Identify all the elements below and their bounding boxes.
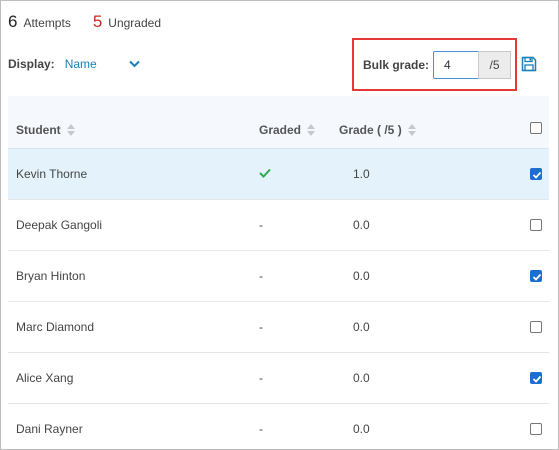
bulk-grade-input[interactable] bbox=[433, 51, 479, 79]
grade-value: 0.0 bbox=[353, 218, 370, 232]
graded-status: - bbox=[259, 422, 263, 436]
table-header: Student Graded Grade ( /5 ) bbox=[8, 96, 549, 149]
select-all-checkbox[interactable] bbox=[530, 122, 542, 134]
grade-value: 0.0 bbox=[353, 320, 370, 334]
graded-status: - bbox=[259, 371, 263, 385]
grade-value: 0.0 bbox=[353, 371, 370, 385]
row-checkbox[interactable] bbox=[530, 423, 542, 435]
save-icon[interactable] bbox=[521, 56, 537, 72]
grade-value: 0.0 bbox=[353, 269, 370, 283]
ungraded-label: Ungraded bbox=[108, 16, 162, 30]
bulk-grade-label: Bulk grade: bbox=[363, 58, 430, 72]
row-checkbox[interactable] bbox=[530, 168, 542, 180]
student-name: Marc Diamond bbox=[16, 320, 95, 334]
grade-value: 1.0 bbox=[353, 167, 370, 181]
chevron-down-icon bbox=[128, 57, 140, 71]
row-checkbox[interactable] bbox=[530, 219, 542, 231]
grade-value: 0.0 bbox=[353, 422, 370, 436]
display-control: Display: Name bbox=[8, 57, 140, 71]
table-row[interactable]: Deepak Gangoli - 0.0 bbox=[8, 200, 549, 251]
table-row[interactable]: Bryan Hinton - 0.0 bbox=[8, 251, 549, 302]
table-row[interactable]: Alice Xang - 0.0 bbox=[8, 353, 549, 404]
students-table: Student Graded Grade ( /5 ) Kevin Thorne… bbox=[8, 96, 549, 449]
bulk-grade-max: /5 bbox=[478, 51, 511, 79]
student-name: Dani Rayner bbox=[16, 422, 83, 436]
grading-panel: 6 Attempts 5 Ungraded Display: Name Bulk… bbox=[0, 0, 559, 450]
student-name: Deepak Gangoli bbox=[16, 218, 103, 232]
graded-column-header[interactable]: Graded bbox=[259, 123, 316, 137]
attempts-label: Attempts bbox=[23, 16, 71, 30]
student-name: Bryan Hinton bbox=[16, 269, 86, 283]
sort-icon bbox=[66, 124, 75, 136]
student-column-header[interactable]: Student bbox=[16, 123, 75, 137]
row-checkbox[interactable] bbox=[530, 321, 542, 333]
display-dropdown[interactable]: Name bbox=[65, 57, 140, 71]
student-name: Alice Xang bbox=[16, 371, 74, 385]
stats-bar: 6 Attempts 5 Ungraded bbox=[8, 12, 183, 32]
display-selected-value: Name bbox=[64, 57, 97, 71]
graded-status: - bbox=[259, 218, 263, 232]
table-row[interactable]: Marc Diamond - 0.0 bbox=[8, 302, 549, 353]
table-row[interactable]: Kevin Thorne 1.0 bbox=[8, 149, 549, 200]
sort-icon bbox=[307, 124, 316, 136]
graded-status: - bbox=[259, 320, 263, 334]
grade-header-label: Grade ( /5 ) bbox=[339, 123, 402, 137]
check-icon bbox=[259, 168, 271, 178]
student-header-label: Student bbox=[16, 123, 61, 137]
grade-column-header[interactable]: Grade ( /5 ) bbox=[339, 123, 416, 137]
display-label: Display: bbox=[8, 57, 55, 71]
graded-status: - bbox=[259, 269, 263, 283]
ungraded-count: 5 bbox=[92, 12, 103, 31]
table-row[interactable]: Dani Rayner - 0.0 bbox=[8, 404, 549, 449]
table-body: Kevin Thorne 1.0 Deepak Gangoli -0.0 Bryan H… bbox=[8, 149, 549, 449]
row-checkbox[interactable] bbox=[530, 372, 542, 384]
attempts-count: 6 bbox=[8, 12, 18, 31]
sort-icon bbox=[407, 124, 416, 136]
row-checkbox[interactable] bbox=[530, 270, 542, 282]
graded-header-label: Graded bbox=[259, 123, 302, 137]
student-name: Kevin Thorne bbox=[16, 167, 88, 181]
